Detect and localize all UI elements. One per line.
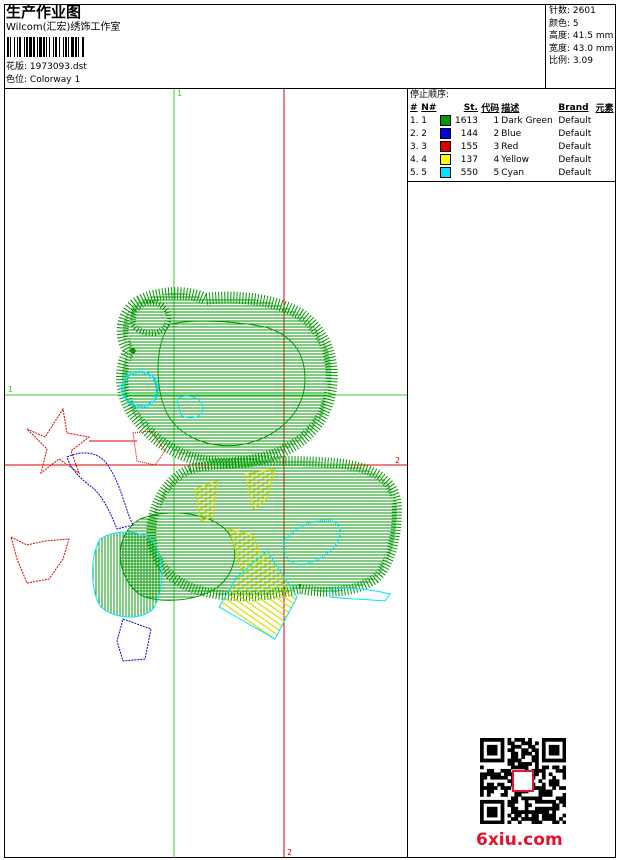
col-stitches: St. (463, 102, 478, 113)
stats-panel: 针数: 2601 颜色: 5 高度: 41.5 mm 宽度: 43.0 mm 比… (549, 5, 613, 68)
design-value: 1973093.dst (29, 62, 87, 72)
stat-stitches: 针数: 2601 (549, 6, 596, 16)
barcode-bar (7, 37, 9, 57)
red-axis-bottom-label: 2 (287, 848, 292, 857)
barcode-bar (82, 37, 84, 57)
col-hash: # (410, 102, 418, 113)
colorway-row: 色位: Colorway 1 (6, 75, 80, 86)
barcode-bar (39, 37, 42, 57)
table-row: 5. 5 550 5 Cyan Default (410, 167, 592, 178)
color-swatch (439, 154, 451, 165)
col-brand: Brand (558, 102, 589, 113)
color-stop-table: # N# St. 代码 描述 Brand 元素 1. 1 1613 1 Dark G… (409, 101, 616, 179)
barcode-bar (78, 37, 79, 57)
table-row: 4. 4 137 4 Yellow Default (410, 154, 592, 165)
qr-code (480, 738, 566, 824)
table-header: # N# St. 代码 描述 Brand 元素 (409, 101, 616, 115)
green-axis-left-label: 1 (8, 385, 13, 394)
bear-head (116, 287, 338, 470)
design-label: 花版: (6, 62, 28, 72)
col-no: N# (421, 102, 437, 113)
colorway-label: 色位: (6, 75, 28, 85)
barcode-bar (37, 37, 38, 57)
barcode-bar (63, 37, 64, 57)
barcode-bar (53, 37, 54, 57)
barcode-bar (43, 37, 45, 57)
barcode-bar (68, 37, 69, 57)
col-swatch (439, 101, 453, 114)
barcode-bar (17, 37, 18, 57)
colorway-value: Colorway 1 (29, 75, 81, 85)
stat-width: 宽度: 43.0 mm (549, 43, 614, 54)
watermark-site: 6xiu.com (476, 830, 563, 850)
studio-name: Wilcom(汇宏)绣饰工作室 (6, 22, 121, 33)
design-row: 花版: 1973093.dst (6, 62, 87, 73)
barcode-bar (75, 37, 77, 57)
stat-scale: 比例: 3.09 (549, 56, 593, 66)
legend-bottom-divider (407, 181, 616, 182)
col-element: 元素 (595, 104, 614, 114)
barcode-bar (49, 37, 50, 57)
barcode-bar (19, 37, 21, 57)
legend-divider (407, 88, 408, 858)
barcode (7, 37, 139, 57)
barcode-bar (24, 37, 25, 57)
stat-colors: 颜色: 5 (549, 18, 579, 29)
barcode-bar (14, 37, 15, 57)
barcode-bar (71, 37, 74, 57)
barcode-bar (29, 37, 32, 57)
barcode-bar (46, 37, 47, 57)
page-title: 生产作业图 (6, 3, 82, 21)
color-swatch (439, 141, 451, 152)
table-row: 2. 2 144 2 Blue Default (410, 128, 592, 139)
embroidery-preview: 1 1 2 2 (5, 89, 407, 858)
color-swatch (439, 115, 451, 126)
barcode-bar (55, 37, 57, 57)
table-row: 1. 1 1613 1 Dark Green Default (410, 115, 592, 126)
barcode-bar (26, 37, 28, 57)
color-swatch (439, 167, 451, 178)
col-desc: 描述 (501, 104, 520, 114)
table-row: 3. 3 155 3 Red Default (410, 141, 592, 152)
color-swatch (439, 128, 451, 139)
barcode-bar (65, 37, 67, 57)
barcode-bar (59, 37, 60, 57)
stop-sequence-title: 停止顺序: (410, 90, 450, 100)
barcode-bar (10, 37, 11, 57)
stats-divider (545, 4, 546, 88)
red-axis-right-label: 2 (395, 456, 400, 465)
stat-height: 高度: 41.5 mm (549, 31, 614, 41)
green-axis-top-label: 1 (177, 89, 182, 98)
col-code: 代码 (481, 104, 500, 114)
barcode-bar (33, 37, 35, 57)
